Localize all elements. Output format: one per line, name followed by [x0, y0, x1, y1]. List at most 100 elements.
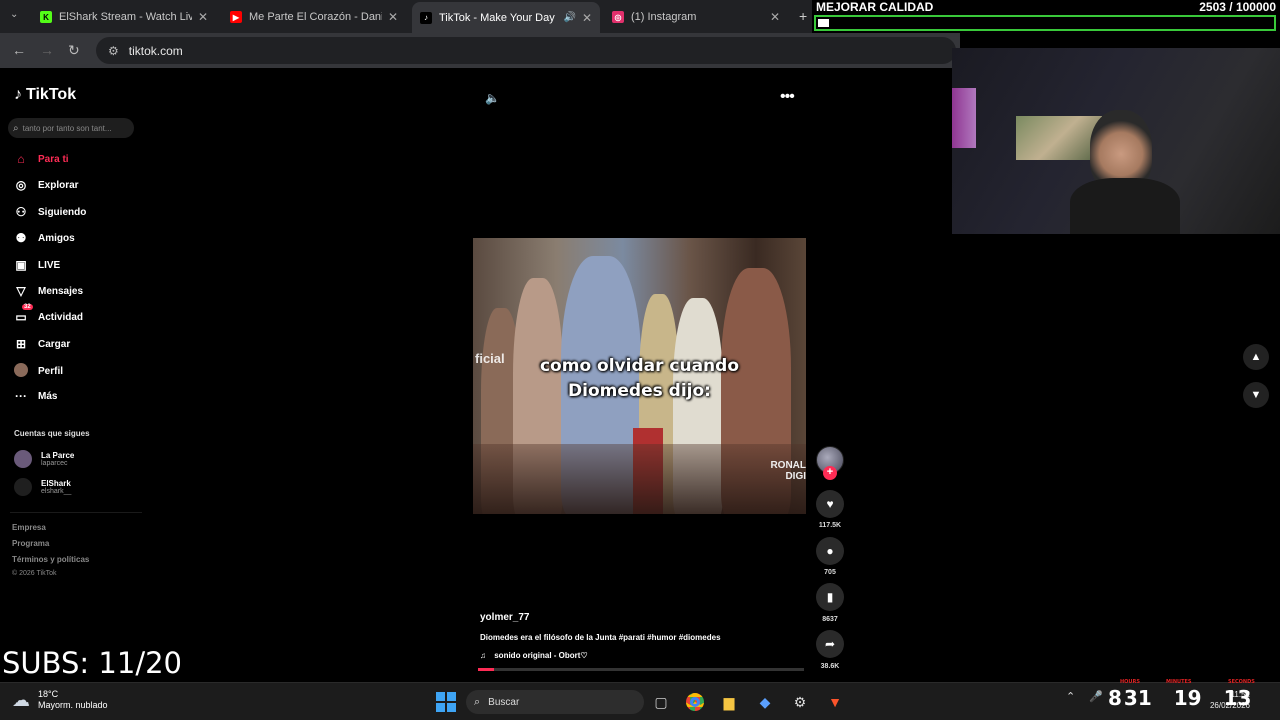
forward-arrow-icon[interactable]: → — [40, 42, 54, 58]
quality-goal-label: MEJORAR CALIDAD — [816, 0, 934, 14]
activity-icon: ▭ 32 — [15, 304, 33, 324]
tiktok-logo[interactable]: ♪ TikTok — [14, 86, 76, 104]
follow-plus-button[interactable]: + — [823, 466, 837, 480]
activity-badge: 32 — [22, 304, 33, 310]
tiktok-icon: ♪ — [420, 11, 432, 24]
home-icon: ⌂ — [17, 152, 25, 166]
kick-icon: K — [40, 11, 52, 23]
back-arrow-icon[interactable]: ← — [12, 42, 26, 58]
cloud-sun-icon: ☁ — [12, 689, 30, 710]
tab-tiktok[interactable]: ♪ TikTok - Make Your Day 🔊 ✕ — [412, 2, 600, 33]
nav-item-mensajes[interactable]: ▽ Mensajes — [12, 284, 83, 298]
tab-elshark-stream[interactable]: K ElShark Stream - Watch Live on ✕ — [32, 4, 216, 30]
reload-icon[interactable]: ↻ — [68, 42, 80, 59]
chevron-up-icon: ▲ — [1250, 351, 1262, 363]
chevron-down-icon: ▼ — [1250, 389, 1262, 401]
new-tab-button[interactable]: + — [799, 8, 807, 24]
footer-link-terminos[interactable]: Términos y políticas — [12, 555, 89, 564]
chevron-up-icon[interactable]: ⌃ — [1066, 690, 1075, 703]
video-player[interactable]: ficial como olvidar cuando Diomedes dijo… — [473, 238, 806, 514]
quality-goal-fill — [818, 19, 830, 27]
tiktok-search-input[interactable]: ⌕ tanto por tanto son tant... — [8, 118, 134, 138]
search-icon: ⌕ — [474, 695, 481, 708]
nav-item-mas[interactable]: ··· Más — [12, 389, 57, 403]
video-description: Diomedes era el filósofo de la Junta #pa… — [480, 633, 721, 642]
video-author[interactable]: yolmer_77 — [480, 612, 529, 623]
brave-icon[interactable]: ▼ — [824, 691, 846, 713]
more-options-button[interactable]: ••• — [780, 88, 795, 106]
task-view-icon[interactable]: ▢ — [650, 691, 672, 713]
subs-goal-text: SUBS: 11/20 — [2, 646, 182, 680]
video-progress-bar[interactable] — [478, 668, 804, 671]
video-sound[interactable]: ♫ sonido original - Obort♡ — [480, 651, 588, 660]
search-icon: ⌕ — [13, 122, 19, 134]
webcam-toolbar-ghost — [952, 48, 1280, 62]
close-tab-icon[interactable]: ✕ — [388, 10, 398, 24]
following-account-la-parce[interactable]: La Parce laparcec — [14, 450, 74, 468]
microphone-icon[interactable]: 🎤 — [1089, 690, 1103, 703]
tiktok-note-icon: ♪ — [14, 86, 22, 103]
sidebar-divider — [10, 512, 142, 513]
close-tab-icon[interactable]: ✕ — [770, 10, 780, 24]
nav-item-explorar[interactable]: ◎ Explorar — [12, 178, 79, 192]
send-icon: ▽ — [16, 284, 26, 298]
heart-icon: ♥ — [826, 497, 834, 511]
tab-search-chevron-icon[interactable]: ⌄ — [10, 9, 18, 20]
avatar — [14, 478, 32, 496]
taskbar-search[interactable]: ⌕ Buscar — [466, 690, 644, 714]
instagram-icon: ◎ — [612, 11, 624, 23]
like-count: 117.5K — [818, 522, 842, 529]
comment-icon: ● — [826, 544, 834, 558]
streamer-body — [1070, 178, 1180, 234]
streamer-webcam — [952, 48, 1280, 234]
nav-item-cargar[interactable]: ⊞ Cargar — [12, 337, 70, 351]
url-field[interactable]: ⚙ tiktok.com — [96, 37, 956, 64]
chrome-icon[interactable] — [684, 691, 706, 713]
app-diamond-icon[interactable]: ◆ — [754, 691, 776, 713]
speaker-icon[interactable]: 🔊 — [563, 12, 575, 23]
profile-avatar-icon — [12, 363, 30, 380]
video-floor — [473, 444, 806, 514]
footer-link-programa[interactable]: Programa — [12, 539, 49, 548]
weather-widget[interactable]: ☁ 18°C Mayorm. nublado — [12, 689, 108, 711]
save-count: 8637 — [822, 616, 838, 623]
video-progress-fill — [478, 668, 495, 671]
comment-button[interactable]: ● — [816, 537, 844, 565]
live-icon: ▣ — [15, 258, 27, 272]
quality-goal-overlay: MEJORAR CALIDAD 2503 / 100000 — [812, 0, 1280, 33]
file-explorer-icon[interactable]: ▆ — [718, 691, 740, 713]
windows-taskbar: ☁ 18°C Mayorm. nublado ⌕ Buscar ▢ ▆ ◆ ⚙ … — [0, 682, 1280, 720]
nav-item-siguiendo[interactable]: ⚇ Siguiendo — [12, 205, 87, 219]
video-watermark-right: RONAL DIGI — [770, 460, 806, 482]
close-tab-icon[interactable]: ✕ — [198, 10, 208, 24]
friends-icon: ⚉ — [15, 231, 27, 245]
comment-count: 705 — [824, 569, 836, 576]
site-info-icon[interactable]: ⚙ — [108, 44, 119, 58]
following-account-elshark[interactable]: ElShark elshark__ — [14, 478, 71, 496]
nav-item-para-ti[interactable]: ⌂ Para ti — [12, 152, 68, 166]
stream-timer: HOURS MINUTES SECONDS 8 31 19 13 — [1108, 679, 1255, 710]
compass-icon: ◎ — [15, 178, 27, 192]
quality-goal-bar — [814, 15, 1276, 31]
purple-light — [952, 88, 976, 148]
share-count: 38.6K — [820, 663, 840, 670]
nav-item-live[interactable]: ▣ LIVE — [12, 258, 60, 272]
nav-item-perfil[interactable]: Perfil — [12, 363, 63, 380]
save-button[interactable]: ▮ — [816, 583, 844, 611]
tab-youtube-song[interactable]: ▶ Me Parte El Corazón - Daniel Ca ✕ — [222, 4, 406, 30]
close-tab-icon[interactable]: ✕ — [582, 11, 592, 25]
nav-item-amigos[interactable]: ⚉ Amigos — [12, 231, 75, 245]
start-button[interactable] — [436, 692, 456, 712]
share-button[interactable]: ➦ — [816, 630, 844, 658]
volume-icon[interactable]: 🔈 — [485, 91, 500, 105]
app-badge-icon[interactable]: ⚙ — [789, 691, 811, 713]
like-button[interactable]: ♥ — [816, 490, 844, 518]
footer-link-empresa[interactable]: Empresa — [12, 523, 46, 532]
next-video-button[interactable]: ▼ — [1243, 382, 1269, 408]
video-caption-line1: como olvidar cuando — [539, 356, 740, 376]
following-section-title: Cuentas que sigues — [14, 429, 90, 438]
previous-video-button[interactable]: ▲ — [1243, 344, 1269, 370]
music-note-icon: ♫ — [480, 651, 486, 660]
nav-item-actividad[interactable]: ▭ 32 Actividad — [12, 304, 83, 324]
tab-instagram[interactable]: ◎ (1) Instagram ✕ — [604, 4, 788, 30]
